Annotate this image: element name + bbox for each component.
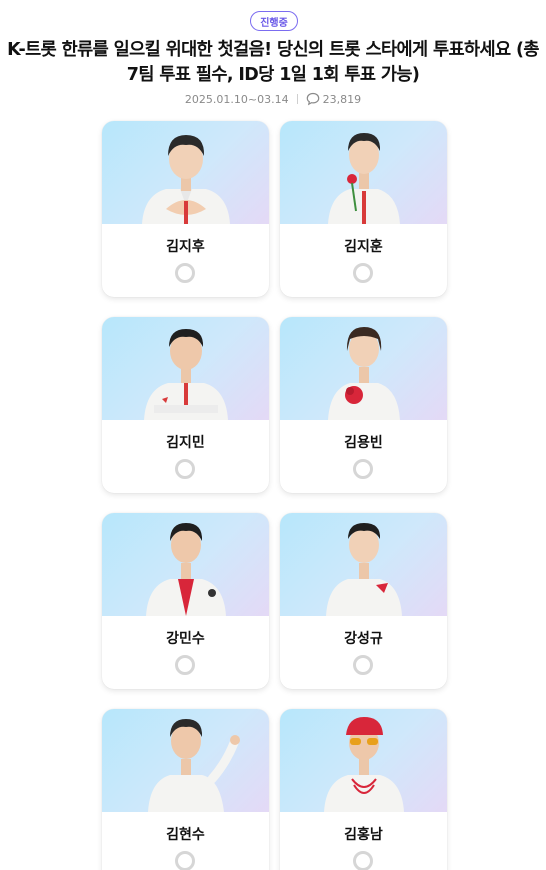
candidate-photo	[102, 709, 269, 812]
vote-radio[interactable]	[353, 263, 373, 283]
candidate-photo	[280, 317, 447, 420]
candidate-card[interactable]: 김현수	[102, 709, 269, 870]
candidate-photo	[280, 121, 447, 224]
vote-radio[interactable]	[175, 263, 195, 283]
divider	[296, 94, 298, 104]
vote-radio[interactable]	[353, 851, 373, 870]
vote-period: 2025.01.10~03.14	[184, 92, 289, 106]
vote-radio[interactable]	[353, 459, 373, 479]
candidate-card[interactable]: 김지민	[102, 317, 269, 493]
candidate-card[interactable]: 김지후	[102, 121, 269, 297]
vote-radio[interactable]	[175, 459, 195, 479]
candidate-name: 강민수	[166, 631, 205, 647]
candidate-card[interactable]: 김홍남	[280, 709, 447, 870]
vote-radio[interactable]	[353, 655, 373, 675]
candidate-name: 강성규	[344, 631, 383, 647]
vote-radio[interactable]	[175, 655, 195, 675]
vote-radio[interactable]	[175, 851, 195, 870]
speech-bubble-icon	[306, 92, 319, 106]
candidate-card[interactable]: 강성규	[280, 513, 447, 689]
candidate-card[interactable]: 강민수	[102, 513, 269, 689]
status-badge: 진행중	[250, 11, 298, 31]
candidate-name: 김지훈	[344, 239, 383, 255]
candidate-card[interactable]: 김지훈	[280, 121, 447, 297]
candidate-name: 김현수	[166, 827, 205, 843]
candidate-photo	[102, 513, 269, 616]
candidate-photo	[102, 121, 269, 224]
page-title: K-트롯 한류를 일으킬 위대한 첫걸음! 당신의 트롯 스타에게 투표하세요 …	[7, 40, 539, 85]
candidate-name: 김지후	[166, 239, 205, 255]
comment-count: 23,819	[322, 92, 362, 106]
vote-meta: 2025.01.10~03.14 23,819	[0, 90, 546, 108]
candidate-name: 김용빈	[344, 435, 383, 451]
candidate-card[interactable]: 김용빈	[280, 317, 447, 493]
candidate-photo	[280, 513, 447, 616]
candidate-name: 김홍남	[344, 827, 383, 843]
candidate-name: 김지민	[166, 435, 205, 451]
candidate-photo	[280, 709, 447, 812]
candidate-photo	[102, 317, 269, 420]
